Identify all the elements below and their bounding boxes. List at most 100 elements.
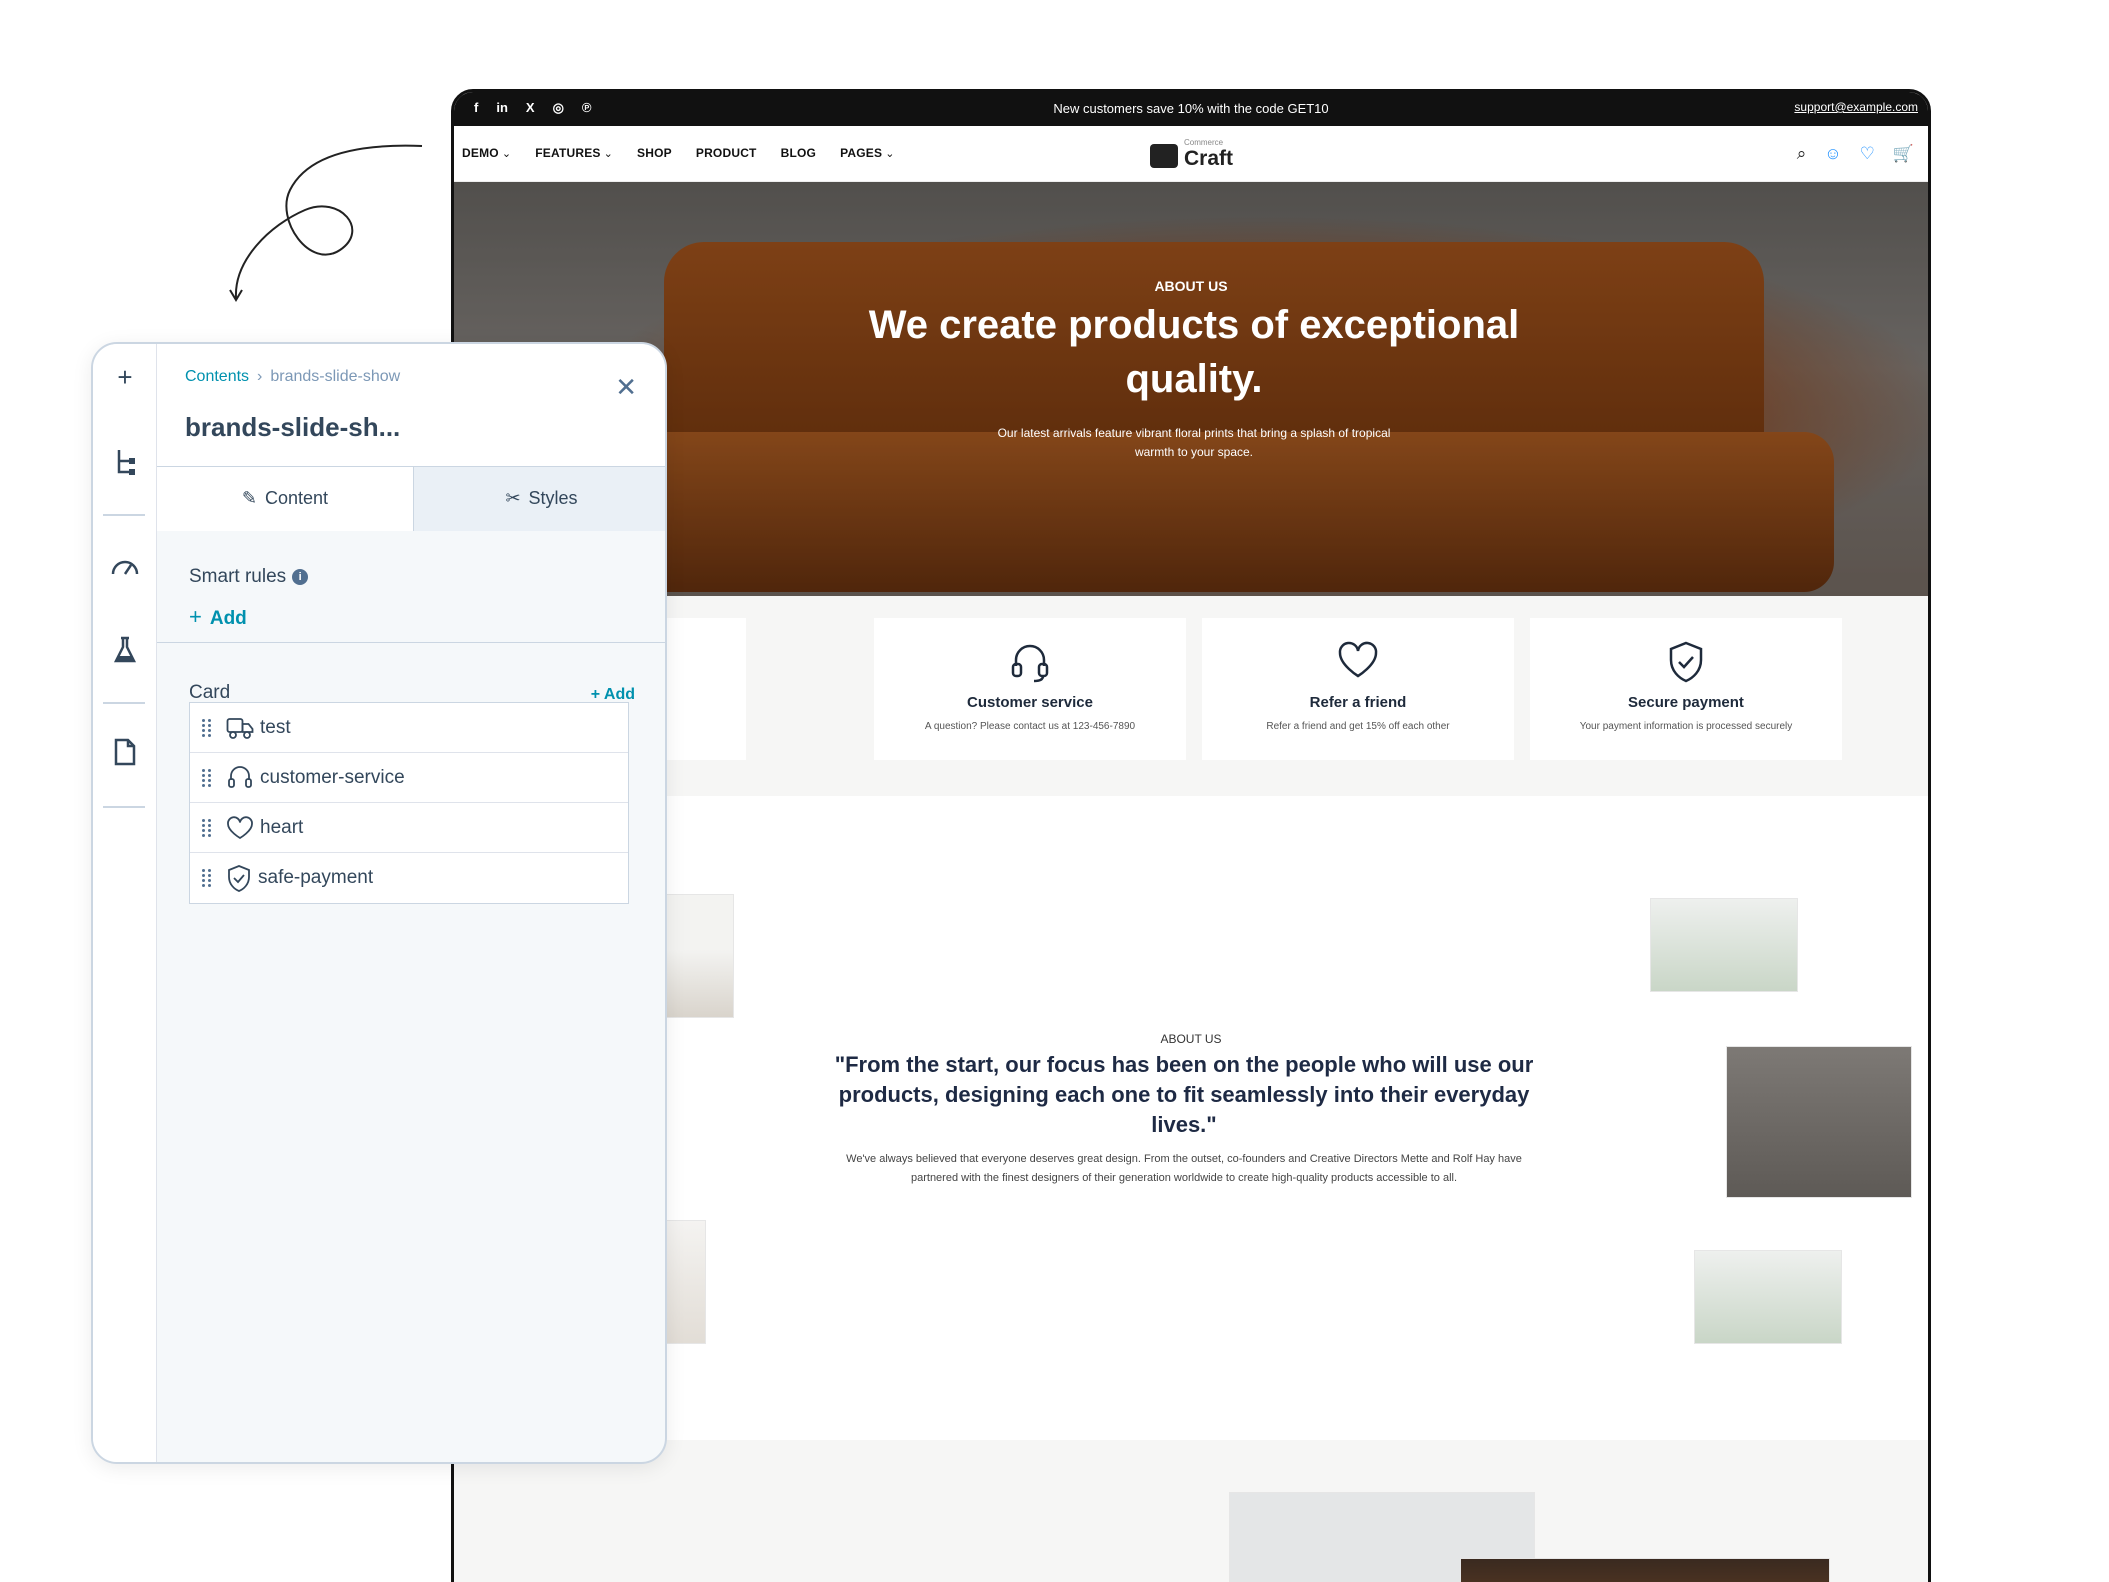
card-item-label: heart: [260, 816, 304, 838]
site-logo[interactable]: Commerce Craft: [1144, 136, 1254, 172]
styles-tools-icon: ✂: [505, 488, 521, 508]
drag-handle-icon[interactable]: [202, 718, 212, 737]
nav-item-demo[interactable]: DEMO ⌄: [462, 146, 511, 160]
bottom-photo-2: [1460, 1558, 1830, 1582]
user-icon[interactable]: ☺: [1824, 144, 1841, 164]
breadcrumb: Contents › brands-slide-show: [185, 368, 400, 386]
chevron-right-icon: ›: [257, 368, 263, 385]
smart-rules-text: Smart rules: [189, 566, 287, 587]
website-preview: f in X ◎ ℗ New customers save 10% with t…: [451, 89, 1931, 1582]
panel-title: brands-slide-sh...: [185, 412, 401, 442]
feature-title: Secure payment: [1628, 694, 1744, 711]
page-icon[interactable]: [93, 738, 157, 773]
breadcrumb-current: brands-slide-show: [270, 368, 401, 385]
marketing-composition: f in X ◎ ℗ New customers save 10% with t…: [0, 0, 2109, 1582]
hero-banner: ABOUT US We create products of exception…: [454, 182, 1928, 596]
test-flask-icon[interactable]: [93, 636, 157, 671]
armchair-photo: [1726, 1046, 1912, 1198]
heart-icon: [1202, 640, 1514, 684]
feature-title: Customer service: [967, 694, 1093, 711]
nav-menu: DEMO ⌄ FEATURES ⌄ SHOP PRODUCT BLOG PAGES ⌄: [462, 146, 895, 160]
editor-rail: +: [93, 344, 157, 1462]
headset-icon: [874, 640, 1186, 684]
section-divider: [157, 642, 665, 643]
chevron-down-icon: ⌄: [603, 148, 614, 160]
about-section: ABOUT US "From the start, our focus has …: [454, 796, 1928, 1536]
nav-item-label: DEMO: [462, 146, 499, 160]
add-smart-rule-button[interactable]: + Add: [189, 604, 247, 630]
nav-item-pages[interactable]: PAGES ⌄: [840, 146, 895, 160]
about-eyebrow: ABOUT US: [1160, 1032, 1222, 1046]
performance-gauge-icon[interactable]: [93, 552, 157, 583]
dining-photo-2: [1694, 1250, 1842, 1344]
nav-item-product[interactable]: PRODUCT: [696, 146, 757, 160]
dining-photo: [1650, 898, 1798, 992]
pencil-icon: ✎: [241, 488, 258, 508]
card-item-label: test: [260, 716, 291, 738]
tab-styles[interactable]: ✂ Styles: [413, 467, 665, 531]
nav-item-label: FEATURES: [535, 146, 601, 160]
hero-eyebrow: ABOUT US: [1154, 278, 1228, 294]
drag-handle-icon[interactable]: [202, 869, 212, 887]
hero-subtitle: Our latest arrivals feature vibrant flor…: [997, 426, 1391, 459]
feature-card-refer: Refer a friend Refer a friend and get 15…: [1202, 618, 1514, 760]
rail-divider: [103, 702, 145, 704]
nav-item-label: PAGES: [840, 146, 883, 160]
logo-bag-icon: [1150, 144, 1178, 168]
chevron-down-icon: ⌄: [501, 148, 512, 160]
support-email-link[interactable]: support@example.com: [1794, 100, 1918, 114]
rail-divider: [103, 514, 145, 516]
feature-desc: Your payment information is processed se…: [1579, 721, 1793, 732]
card-item-label: customer-service: [260, 766, 405, 788]
feature-desc: Refer a friend and get 15% off each othe…: [1266, 721, 1450, 732]
info-icon[interactable]: i: [292, 568, 309, 585]
tab-label: Styles: [528, 488, 578, 508]
chevron-down-icon: ⌄: [885, 148, 895, 160]
about-quote: "From the start, our focus has been on t…: [834, 1052, 1534, 1137]
card-list-item[interactable]: test: [190, 703, 628, 753]
heart-icon: [227, 815, 253, 839]
tab-content[interactable]: ✎ Content: [157, 467, 413, 531]
card-list: test customer-service heart safe-payment: [189, 702, 629, 904]
drag-handle-icon[interactable]: [202, 768, 212, 787]
breadcrumb-root-link[interactable]: Contents: [185, 368, 249, 385]
panel-tabs: ✎ Content ✂ Styles: [157, 466, 665, 531]
logo-small-text: Commerce: [1184, 138, 1224, 147]
shield-check-icon: [1530, 640, 1842, 684]
rail-divider: [103, 806, 145, 808]
hero-title: We create products of exceptional qualit…: [868, 303, 1520, 401]
smart-rules-label: Smart rules i: [189, 566, 309, 588]
nav-item-blog[interactable]: BLOG: [781, 146, 816, 160]
nav-item-features[interactable]: FEATURES ⌄: [535, 146, 613, 160]
heart-icon[interactable]: ♡: [1860, 144, 1875, 164]
card-list-item[interactable]: heart: [190, 803, 628, 853]
card-item-label: safe-payment: [258, 867, 374, 888]
card-list-item[interactable]: safe-payment: [190, 853, 628, 903]
feature-desc: A question? Please contact us at 123-456…: [924, 721, 1136, 732]
panel-content: Contents › brands-slide-show brands-slide-…: [157, 344, 665, 1462]
main-nav: DEMO ⌄ FEATURES ⌄ SHOP PRODUCT BLOG PAGES ⌄…: [454, 126, 1928, 182]
logo-text: Craft: [1184, 147, 1234, 170]
curly-arrow-icon: [229, 144, 423, 302]
promo-text: New customers save 10% with the code GET…: [1053, 101, 1329, 116]
next-section: [454, 1440, 1928, 1582]
plus-icon: +: [189, 604, 202, 629]
nav-item-shop[interactable]: SHOP: [637, 146, 672, 160]
drag-handle-icon[interactable]: [202, 818, 212, 837]
nav-icons: ⌕ ☺ ♡ 🛒: [1797, 144, 1914, 164]
feature-title: Refer a friend: [1309, 694, 1407, 711]
editor-panel: + Contents › brands-slide-show brands-sl…: [91, 342, 667, 1464]
cart-icon[interactable]: 🛒: [1893, 144, 1914, 164]
features-strip: ee Shipping g on orders of $100 or more …: [454, 596, 1928, 796]
tab-label: Content: [265, 488, 329, 508]
feature-card-customer-service: Customer service A question? Please cont…: [874, 618, 1186, 760]
about-paragraph: We've always believed that everyone dese…: [846, 1153, 1522, 1184]
truck-icon: [226, 717, 254, 739]
add-icon[interactable]: +: [93, 362, 157, 393]
card-label: Card: [189, 682, 231, 703]
card-list-item[interactable]: customer-service: [190, 753, 628, 803]
add-label: Add: [209, 608, 247, 629]
search-icon[interactable]: ⌕: [1797, 144, 1807, 164]
tree-icon[interactable]: [93, 448, 157, 483]
close-icon[interactable]: ✕: [615, 372, 637, 403]
